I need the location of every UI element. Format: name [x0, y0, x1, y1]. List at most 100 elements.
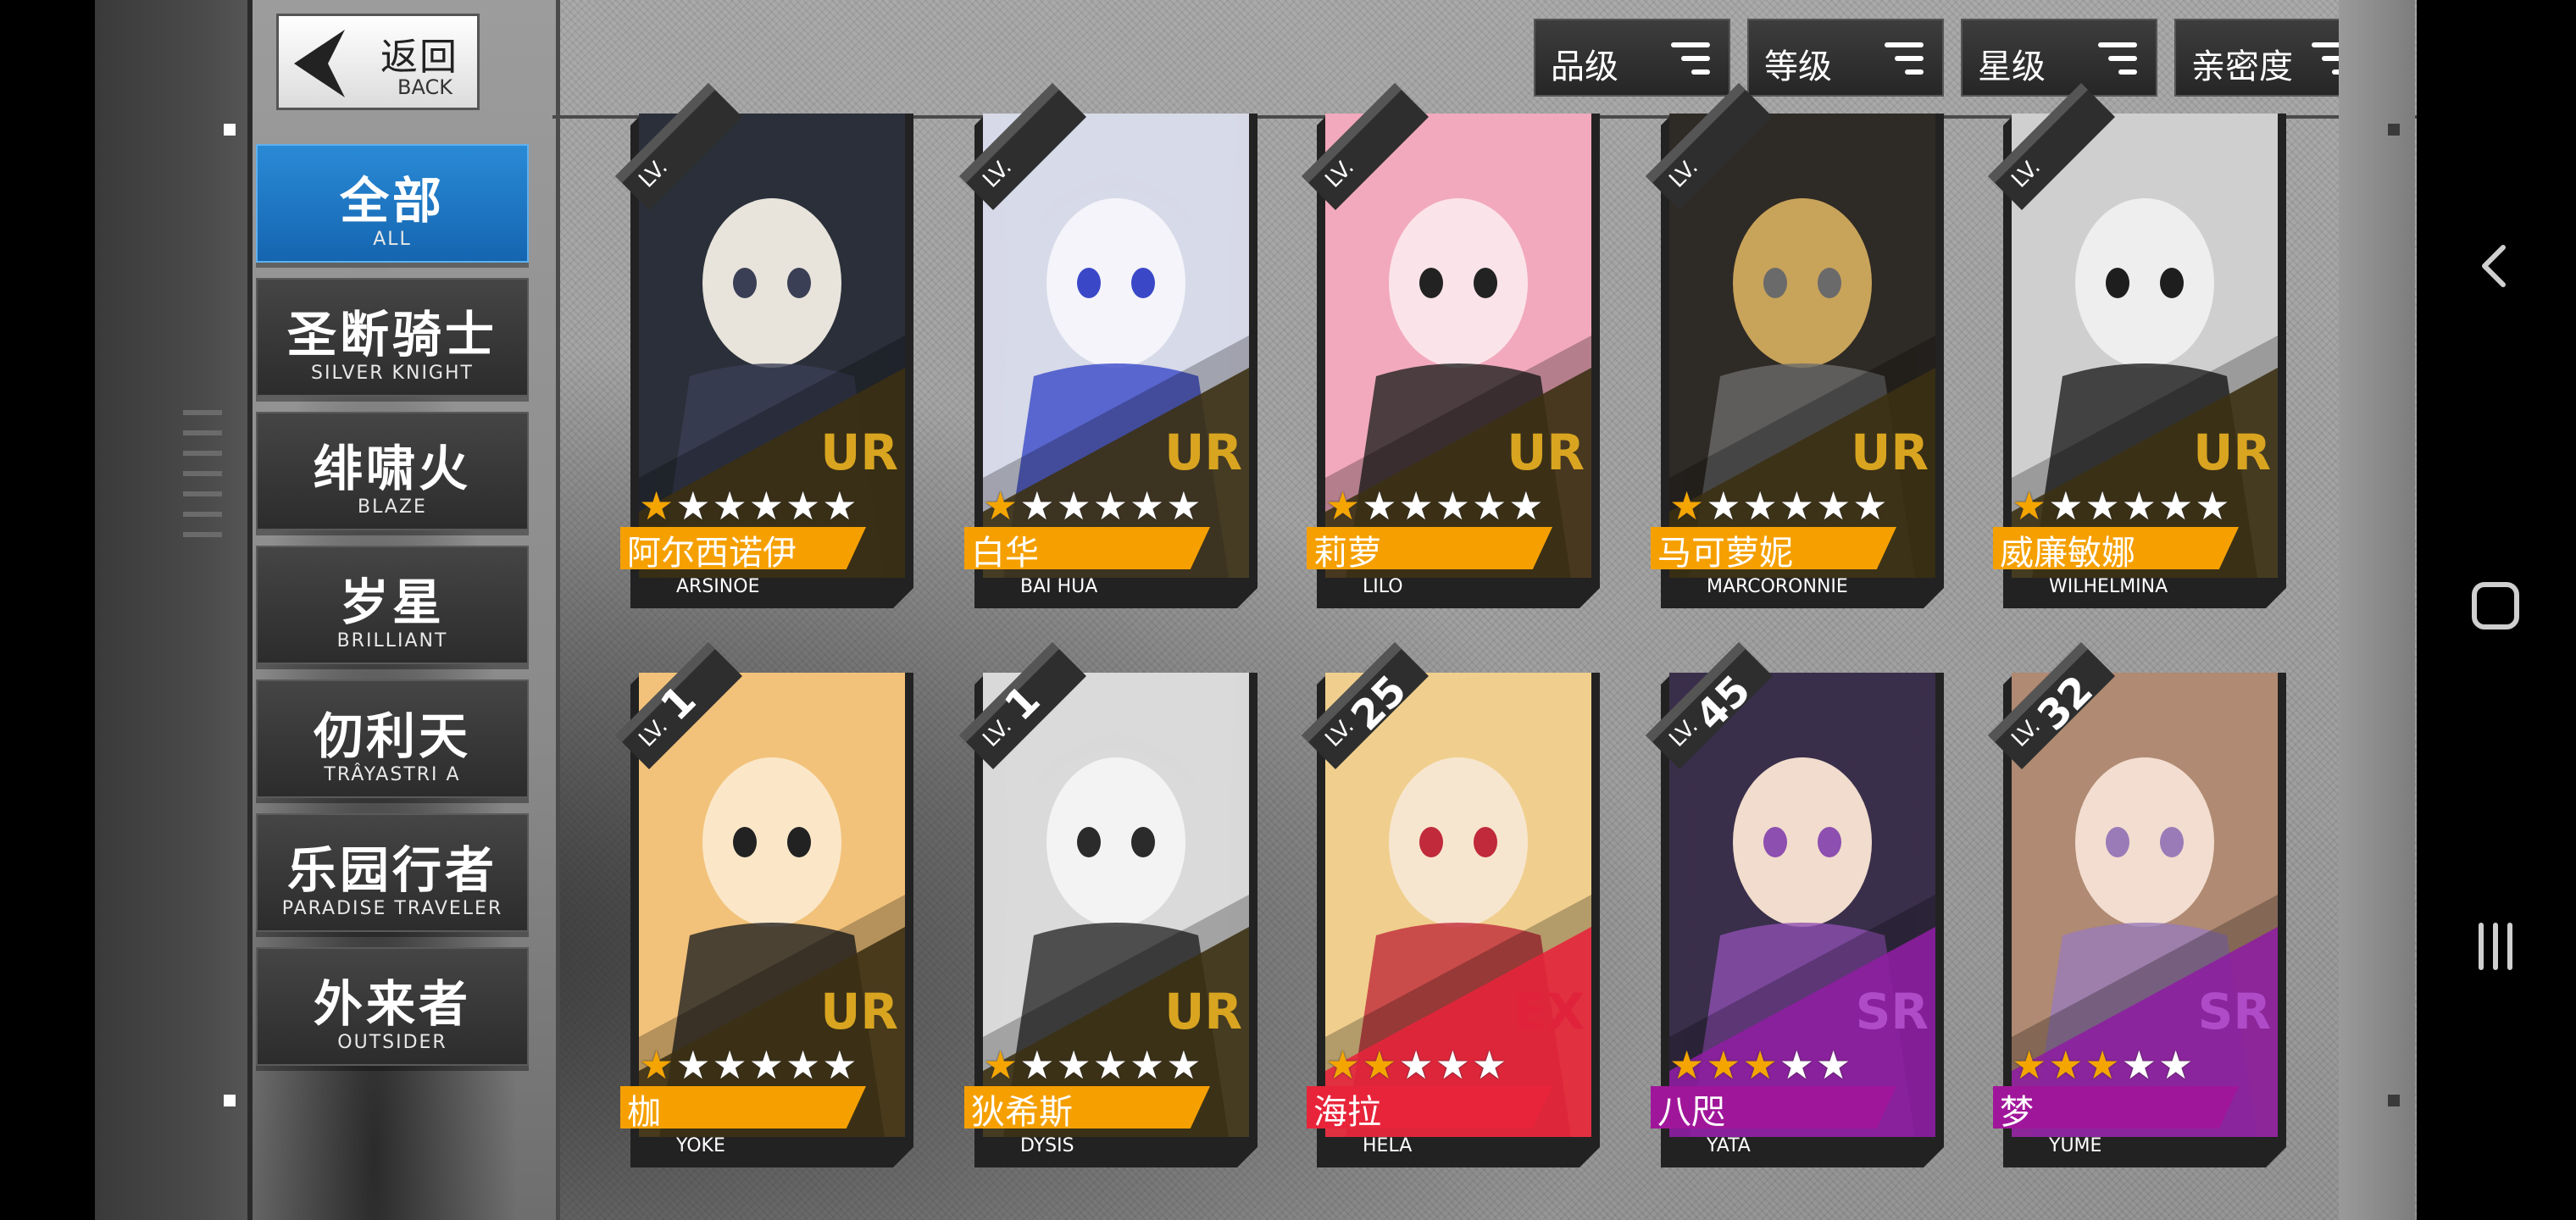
- character-card[interactable]: UR ★ ★ ★ ★ ★ ★ 阿尔西诺伊 ARSINOE LV.: [615, 83, 913, 608]
- character-name: 海拉: [1313, 1093, 1381, 1132]
- star-filled-icon: ★: [983, 483, 1019, 529]
- star-filled-icon: ★: [1669, 1042, 1705, 1088]
- character-name: 阿尔西诺伊: [627, 534, 797, 573]
- back-arrow-icon: [294, 30, 345, 97]
- character-card[interactable]: EX ★ ★ ★ ★ ★ 海拉 HELA LV. 25: [1302, 642, 1600, 1167]
- star-empty-icon: ★: [786, 483, 821, 529]
- rarity-label: SR: [1855, 983, 1929, 1040]
- rarity-label: UR: [1164, 983, 1242, 1040]
- star-empty-icon: ★: [1362, 483, 1397, 529]
- nav-recents-button[interactable]: [2417, 896, 2576, 998]
- character-name: 白华: [971, 534, 1039, 573]
- star-rating: ★ ★ ★ ★ ★ ★: [639, 1044, 858, 1086]
- character-card[interactable]: UR ★ ★ ★ ★ ★ ★ 枷 YOKE LV. 1: [615, 642, 913, 1167]
- star-empty-icon: ★: [1508, 483, 1544, 529]
- recents-bars-icon: [2479, 923, 2512, 970]
- star-empty-icon: ★: [2085, 483, 2120, 529]
- strip-line: [183, 430, 222, 435]
- star-filled-icon: ★: [1706, 1042, 1741, 1088]
- star-empty-icon: ★: [1019, 1042, 1055, 1088]
- tab-label: 全部: [339, 172, 445, 230]
- nav-home-button[interactable]: [2417, 556, 2576, 657]
- star-empty-icon: ★: [712, 483, 747, 529]
- character-name-en: DYSIS: [1020, 1135, 1074, 1156]
- star-empty-icon: ★: [1166, 483, 1202, 529]
- character-card[interactable]: SR ★ ★ ★ ★ ★ 梦 YUME LV. 32: [1988, 642, 2286, 1167]
- star-empty-icon: ★: [1092, 1042, 1128, 1088]
- character-name-en: WILHELMINA: [2049, 576, 2168, 597]
- star-rating: ★ ★ ★ ★ ★: [1325, 1044, 1507, 1086]
- character-name-en: LILO: [1363, 576, 1403, 597]
- character-name-en: MARCORONNIE: [1707, 576, 1848, 597]
- character-card[interactable]: UR ★ ★ ★ ★ ★ ★ 威廉敏娜 WILHELMINA LV.: [1988, 83, 2286, 608]
- star-empty-icon: ★: [675, 1042, 711, 1088]
- star-rating: ★ ★ ★ ★ ★ ★: [639, 485, 858, 527]
- character-name: 马可萝妮: [1657, 534, 1793, 573]
- strip-marker: [224, 1095, 236, 1106]
- character-card[interactable]: UR ★ ★ ★ ★ ★ ★ 马可萝妮 MARCORONNIE LV.: [1646, 83, 1944, 608]
- star-empty-icon: ★: [1742, 483, 1778, 529]
- star-empty-icon: ★: [1398, 1042, 1434, 1088]
- star-empty-icon: ★: [2195, 483, 2230, 529]
- character-card[interactable]: SR ★ ★ ★ ★ ★ 八咫 YATA LV. 45: [1646, 642, 1944, 1167]
- back-button[interactable]: 返回 BACK: [276, 14, 480, 110]
- tab-outsider[interactable]: 外来者 OUTSIDER: [256, 947, 529, 1066]
- character-name: 狄希斯: [971, 1093, 1073, 1132]
- panel-divider: [556, 0, 560, 1220]
- tab-sublabel: SILVER KNIGHT: [311, 363, 474, 384]
- star-filled-icon: ★: [983, 1042, 1019, 1088]
- tab-paradise-traveler[interactable]: 乐园行者 PARADISE TRAVELER: [256, 813, 529, 932]
- back-chevron-icon: [2482, 245, 2506, 287]
- sort-level-button[interactable]: 等级: [1747, 19, 1944, 97]
- star-empty-icon: ★: [712, 1042, 747, 1088]
- tab-brilliant[interactable]: 岁星 BRILLIANT: [256, 546, 529, 664]
- sort-stars-button[interactable]: 星级: [1961, 19, 2157, 97]
- rarity-label: UR: [1164, 424, 1242, 481]
- star-rating: ★ ★ ★ ★ ★ ★: [1669, 485, 1888, 527]
- tab-label: 圣断骑士: [286, 306, 497, 363]
- star-empty-icon: ★: [1130, 483, 1165, 529]
- star-empty-icon: ★: [1019, 483, 1055, 529]
- star-empty-icon: ★: [822, 483, 858, 529]
- nav-back-button[interactable]: [2417, 215, 2576, 317]
- star-rating: ★ ★ ★ ★ ★: [1669, 1044, 1851, 1086]
- star-empty-icon: ★: [1852, 483, 1888, 529]
- star-empty-icon: ★: [1435, 1042, 1470, 1088]
- tab-label: 乐园行者: [286, 841, 497, 899]
- strip-line: [183, 451, 222, 456]
- sort-label: 品级: [1551, 47, 1618, 86]
- strip-line: [183, 410, 222, 415]
- star-filled-icon: ★: [1742, 1042, 1778, 1088]
- tab-trayastria[interactable]: 仞利天 TRÂYASTRI A: [256, 679, 529, 798]
- character-card[interactable]: UR ★ ★ ★ ★ ★ ★ 莉萝 LILO LV.: [1302, 83, 1600, 608]
- character-name: 莉萝: [1313, 534, 1381, 573]
- character-card[interactable]: UR ★ ★ ★ ★ ★ ★ 狄希斯 DYSIS LV. 1: [959, 642, 1257, 1167]
- star-empty-icon: ★: [1056, 483, 1091, 529]
- back-label: 返回: [380, 36, 458, 79]
- rarity-label: EX: [1513, 983, 1585, 1040]
- home-square-icon: [2472, 582, 2519, 629]
- character-name: 威廉敏娜: [2000, 534, 2135, 573]
- character-name-en: YOKE: [676, 1135, 725, 1156]
- character-card[interactable]: UR ★ ★ ★ ★ ★ ★ 白华 BAI HUA LV.: [959, 83, 1257, 608]
- star-filled-icon: ★: [1325, 483, 1361, 529]
- star-rating: ★ ★ ★ ★ ★ ★: [983, 485, 1202, 527]
- star-empty-icon: ★: [1779, 1042, 1814, 1088]
- rarity-label: UR: [1851, 424, 1929, 481]
- tab-all[interactable]: 全部 ALL: [256, 144, 529, 263]
- star-empty-icon: ★: [1816, 483, 1852, 529]
- tab-blaze[interactable]: 绯啸火 BLAZE: [256, 412, 529, 530]
- strip-line: [183, 491, 222, 496]
- sort-rarity-button[interactable]: 品级: [1534, 19, 1730, 97]
- tab-label: 绯啸火: [313, 440, 471, 497]
- tab-silver-knight[interactable]: 圣断骑士 SILVER KNIGHT: [256, 278, 529, 396]
- star-empty-icon: ★: [2158, 1042, 2194, 1088]
- star-empty-icon: ★: [786, 1042, 821, 1088]
- star-rating: ★ ★ ★ ★ ★ ★: [1325, 485, 1544, 527]
- tab-sublabel: BLAZE: [358, 496, 427, 518]
- star-empty-icon: ★: [2121, 1042, 2157, 1088]
- star-empty-icon: ★: [1779, 483, 1814, 529]
- star-empty-icon: ★: [1472, 1042, 1507, 1088]
- character-name-en: BAI HUA: [1020, 576, 1098, 597]
- star-filled-icon: ★: [639, 483, 675, 529]
